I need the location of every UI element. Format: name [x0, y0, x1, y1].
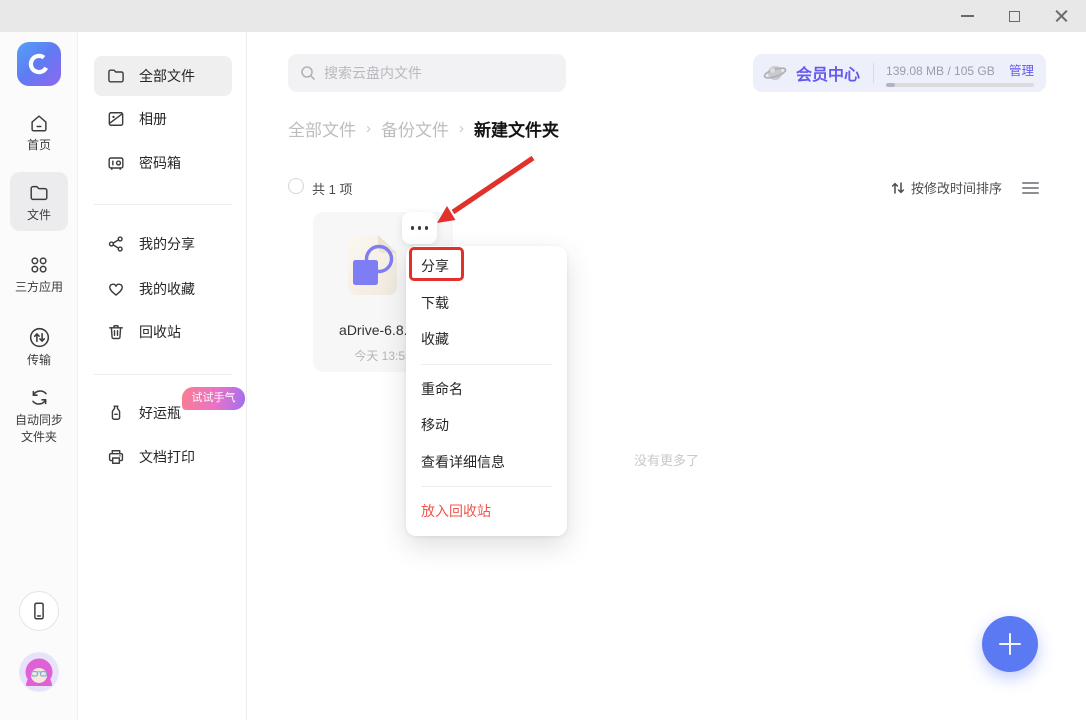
- rail-item-auto-sync[interactable]: 自动同步 文件夹: [0, 386, 78, 446]
- sidebar-item-recycle-bin[interactable]: 回收站: [94, 312, 232, 352]
- rail-item-label: 传输: [27, 352, 51, 369]
- sidebar-item-label: 好运瓶: [139, 403, 181, 423]
- folder-icon: [106, 66, 126, 86]
- safe-box-icon: [106, 153, 126, 173]
- sidebar-item-my-shares[interactable]: 我的分享: [94, 224, 232, 264]
- search-input[interactable]: [324, 65, 554, 81]
- app-window: 首页 文件 三方应用 传输 自动同步 文件夹: [0, 0, 1086, 720]
- sidebar-item-label: 回收站: [139, 322, 181, 342]
- sidebar-item-favorites[interactable]: 我的收藏: [94, 269, 232, 309]
- rail-item-label: 三方应用: [15, 279, 63, 296]
- sync-icon: [28, 386, 51, 409]
- menu-item-details[interactable]: 查看详细信息: [406, 444, 567, 481]
- rail-item-label: 文件: [27, 207, 51, 224]
- breadcrumb-separator: ›: [366, 120, 371, 137]
- sort-label: 按修改时间排序: [911, 178, 1002, 197]
- app-logo-icon[interactable]: [17, 42, 61, 86]
- planet-icon: [763, 61, 787, 85]
- more-icon: [411, 226, 415, 230]
- sidebar-item-label: 我的收藏: [139, 279, 195, 299]
- sidebar-item-label: 全部文件: [139, 66, 195, 86]
- sort-icon: [891, 181, 905, 195]
- sidebar-divider: [94, 204, 232, 205]
- storage-progress-bar: [886, 83, 1034, 87]
- rail-item-label-line1: 自动同步: [15, 412, 63, 429]
- file-type-icon: [346, 234, 398, 296]
- main-content: 会员中心 139.08 MB / 105 GB 管理 全部文件 › 备份文件 ›…: [247, 32, 1086, 720]
- rail-item-third-party-apps[interactable]: 三方应用: [0, 254, 78, 296]
- close-icon: [1055, 10, 1068, 23]
- menu-item-favorite[interactable]: 收藏: [406, 321, 567, 358]
- share-icon: [106, 234, 126, 254]
- item-count-label: 共 1 项: [312, 179, 352, 198]
- sidebar-item-label: 密码箱: [139, 153, 181, 173]
- sidebar-item-label: 我的分享: [139, 234, 195, 254]
- photo-icon: [106, 109, 126, 129]
- folder-icon: [28, 182, 50, 204]
- menu-item-share[interactable]: 分享: [406, 248, 567, 285]
- sidebar-item-album[interactable]: 相册: [94, 99, 232, 139]
- close-button[interactable]: [1046, 3, 1076, 29]
- menu-item-move[interactable]: 移动: [406, 407, 567, 444]
- rail-item-label-line2: 文件夹: [21, 429, 57, 446]
- sidebar-item-all-files[interactable]: 全部文件: [94, 56, 232, 96]
- transfer-icon: [28, 326, 51, 349]
- no-more-items-label: 没有更多了: [247, 450, 1086, 469]
- printer-icon: [106, 447, 126, 467]
- rail-item-home[interactable]: 首页: [0, 112, 78, 154]
- menu-divider: [421, 486, 552, 487]
- storage-summary: 139.08 MB / 105 GB 管理: [886, 60, 1034, 87]
- breadcrumb-item-current-folder: 新建文件夹: [474, 116, 559, 141]
- sidebar-item-vault[interactable]: 密码箱: [94, 143, 232, 183]
- sidebar: 全部文件 相册 密码箱 我的分享 我的收藏 回收站: [78, 32, 247, 720]
- heart-icon: [106, 279, 126, 299]
- trash-icon: [106, 322, 126, 342]
- menu-item-rename[interactable]: 重命名: [406, 371, 567, 408]
- maximize-icon: [1009, 11, 1020, 22]
- search-icon: [300, 65, 316, 81]
- member-center-label[interactable]: 会员中心: [796, 61, 860, 85]
- breadcrumb-separator: ›: [459, 120, 464, 137]
- apps-icon: [28, 254, 50, 276]
- menu-divider: [421, 364, 552, 365]
- sort-control[interactable]: 按修改时间排序: [891, 178, 1002, 197]
- titlebar: [0, 0, 1086, 32]
- minimize-icon: [961, 15, 974, 17]
- breadcrumb-item-backup-files[interactable]: 备份文件: [381, 116, 449, 141]
- context-menu: 分享 下载 收藏 重命名 移动 查看详细信息 放入回收站: [406, 246, 567, 536]
- phone-icon: [28, 600, 50, 622]
- sidebar-item-doc-print[interactable]: 文档打印: [94, 437, 232, 477]
- rail-item-files[interactable]: 文件: [10, 172, 68, 231]
- sidebar-item-label: 相册: [139, 109, 167, 129]
- view-toggle-icon[interactable]: [1022, 182, 1039, 194]
- menu-item-move-to-trash[interactable]: 放入回收站: [406, 493, 567, 530]
- maximize-button[interactable]: [999, 3, 1029, 29]
- rail-item-transfer[interactable]: 传输: [0, 326, 78, 369]
- add-button[interactable]: [982, 616, 1038, 672]
- lucky-bottle-badge: 试试手气: [182, 387, 245, 410]
- storage-usage-text: 139.08 MB / 105 GB: [886, 64, 995, 78]
- breadcrumb-item-all-files[interactable]: 全部文件: [288, 116, 356, 141]
- sidebar-divider: [94, 374, 232, 375]
- breadcrumb: 全部文件 › 备份文件 › 新建文件夹: [288, 116, 559, 141]
- select-all-checkbox[interactable]: [288, 178, 304, 194]
- minimize-button[interactable]: [952, 3, 982, 29]
- divider: [873, 63, 874, 83]
- avatar[interactable]: [19, 652, 59, 692]
- search-bar[interactable]: [288, 54, 566, 92]
- storage-progress-fill: [886, 83, 895, 87]
- manage-storage-link[interactable]: 管理: [1009, 60, 1034, 79]
- left-rail: 首页 文件 三方应用 传输 自动同步 文件夹: [0, 32, 78, 720]
- home-icon: [28, 112, 50, 134]
- member-center[interactable]: 会员中心 139.08 MB / 105 GB 管理: [753, 54, 1046, 92]
- rail-item-label: 首页: [27, 137, 51, 154]
- sidebar-item-label: 文档打印: [139, 447, 195, 467]
- more-actions-button[interactable]: [402, 212, 437, 244]
- menu-item-download[interactable]: 下载: [406, 285, 567, 322]
- avatar-image: [19, 652, 59, 692]
- bottle-icon: [106, 403, 126, 423]
- mobile-app-button[interactable]: [19, 591, 59, 631]
